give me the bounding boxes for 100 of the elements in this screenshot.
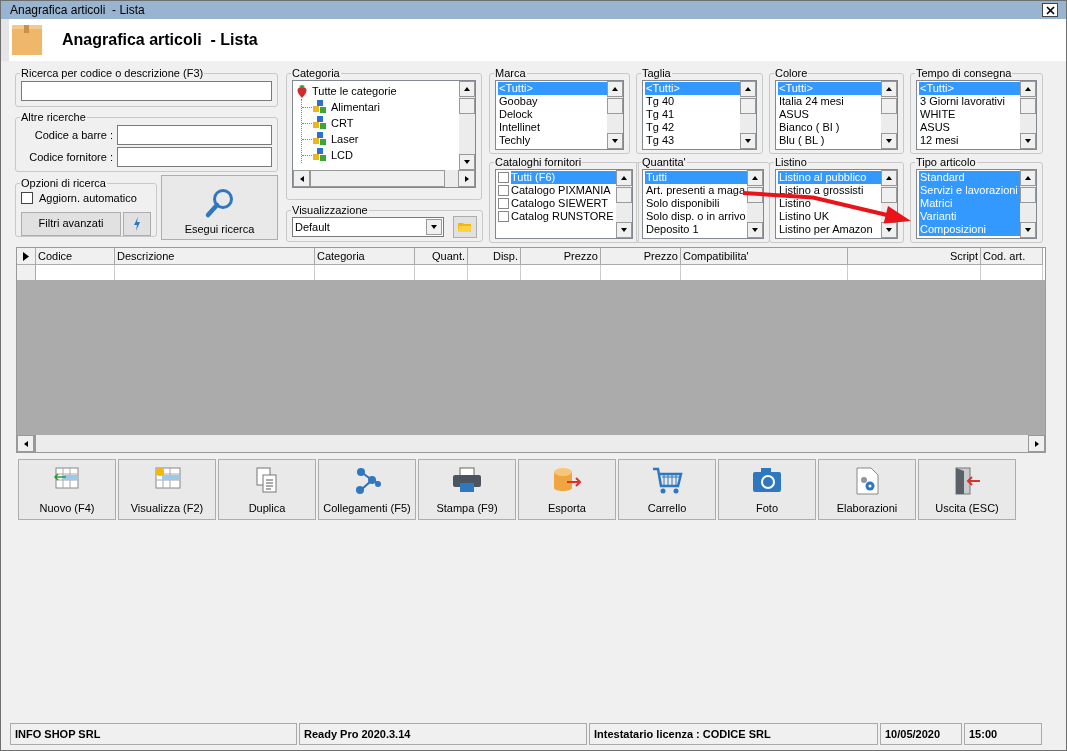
scroll-thumb[interactable] bbox=[310, 170, 445, 187]
scroll-thumb[interactable] bbox=[881, 187, 897, 203]
tree-item[interactable]: CRT bbox=[331, 114, 354, 132]
list-item[interactable]: Tg 42 bbox=[645, 121, 740, 134]
checkbox[interactable] bbox=[498, 198, 509, 209]
data-grid[interactable]: Codice Descrizione Categoria Quant. Disp. Prezzo Prezzo Compatibilita' Script Cod. art. bbox=[16, 247, 1046, 453]
column-header[interactable]: Prezzo bbox=[521, 248, 601, 265]
list-item[interactable]: Catalogo SIEWERT bbox=[511, 197, 616, 210]
input-field[interactable] bbox=[117, 147, 272, 167]
toolbar-button[interactable]: Collegamenti (F5) bbox=[318, 459, 416, 520]
toolbar-button[interactable]: Esporta bbox=[518, 459, 616, 520]
column-header[interactable]: Script bbox=[848, 248, 981, 265]
view-dropdown[interactable]: Default bbox=[292, 217, 444, 237]
list-item[interactable]: ASUS bbox=[919, 121, 1020, 134]
list-item[interactable]: Delock bbox=[498, 108, 607, 121]
toolbar-button[interactable]: Uscita (ESC) bbox=[918, 459, 1016, 520]
scrollbar[interactable] bbox=[1020, 81, 1036, 149]
scroll-down-icon bbox=[611, 137, 619, 145]
list-item[interactable]: Tg 40 bbox=[645, 95, 740, 108]
list-box[interactable]: <Tutti> Italia 24 mesi ASUS Bianco ( BI ) Blu ( BL ) bbox=[775, 80, 898, 150]
column-header[interactable]: Categoria bbox=[315, 248, 415, 265]
advanced-filters-button[interactable]: Filtri avanzati bbox=[21, 211, 121, 236]
toolbar-button[interactable]: Foto bbox=[718, 459, 816, 520]
toolbar-button[interactable]: Duplica bbox=[218, 459, 316, 520]
list-box[interactable]: Tutti Art. presenti a maga Solo disponibili Solo disp. o in arrivo Deposito 1 bbox=[642, 169, 764, 239]
input-field[interactable] bbox=[117, 125, 272, 145]
toolbar-button[interactable]: Stampa (F9) bbox=[418, 459, 516, 520]
list-item[interactable]: Intellinet bbox=[498, 121, 607, 134]
column-header[interactable]: Prezzo bbox=[601, 248, 681, 265]
list-item[interactable]: Solo disp. o in arrivo bbox=[645, 210, 747, 223]
scroll-thumb[interactable] bbox=[34, 435, 36, 452]
search-field[interactable] bbox=[21, 81, 272, 101]
list-item[interactable]: Catalog RUNSTORE bbox=[511, 210, 616, 223]
column-header[interactable]: Codice bbox=[36, 248, 115, 265]
cubes-icon bbox=[312, 116, 327, 130]
list-box[interactable]: Listino al pubblico Listino a grossisti Listino Listino UK Listino per Amazon bbox=[775, 169, 898, 239]
tree-item[interactable]: Tutte le categorie bbox=[312, 82, 397, 100]
scroll-thumb[interactable] bbox=[1020, 187, 1036, 203]
scroll-thumb[interactable] bbox=[1020, 98, 1036, 114]
list-item[interactable]: 12 mesi bbox=[919, 134, 1020, 147]
scrollbar[interactable] bbox=[615, 170, 632, 238]
list-item[interactable]: Listino bbox=[778, 197, 881, 210]
toolbar-button[interactable]: Carrello bbox=[618, 459, 716, 520]
list-item[interactable]: Listino a grossisti bbox=[778, 184, 881, 197]
lightning-button[interactable] bbox=[123, 211, 151, 236]
scrollbar[interactable] bbox=[1020, 170, 1036, 238]
list-item[interactable]: Art. presenti a maga bbox=[645, 184, 747, 197]
scrollbar[interactable] bbox=[746, 170, 763, 238]
tree-item[interactable]: LCD bbox=[331, 146, 353, 164]
scroll-thumb[interactable] bbox=[459, 98, 475, 114]
scroll-down-icon bbox=[1024, 137, 1032, 145]
scroll-thumb[interactable] bbox=[881, 98, 897, 114]
scrollbar[interactable] bbox=[881, 81, 897, 149]
list-box[interactable]: Tutti (F6) Catalogo PIXMANIA Catalogo SIEWERT Catalog RUNSTORE bbox=[495, 169, 633, 239]
list-box[interactable]: <Tutti> Tg 40 Tg 41 Tg 42 Tg 43 bbox=[642, 80, 757, 150]
tree-item[interactable]: Laser bbox=[331, 130, 359, 148]
list-item[interactable]: Bianco ( BI ) bbox=[778, 121, 881, 134]
scrollbar[interactable] bbox=[293, 170, 475, 187]
checkbox[interactable] bbox=[498, 211, 509, 222]
tree-view[interactable]: Tutte le categorie Alimentari CRT Laser LCD bbox=[292, 80, 476, 188]
scroll-thumb[interactable] bbox=[607, 98, 623, 114]
checkbox[interactable] bbox=[21, 192, 33, 205]
tree-item[interactable]: Alimentari bbox=[331, 98, 380, 116]
close-button[interactable] bbox=[1042, 3, 1058, 17]
column-header[interactable]: Descrizione bbox=[115, 248, 315, 265]
list-box[interactable]: <Tutti> 3 Giorni lavorativi WHITE ASUS 12 mesi bbox=[916, 80, 1037, 150]
toolbar-button[interactable]: Visualizza (F2) bbox=[118, 459, 216, 520]
list-item[interactable]: WHITE bbox=[919, 108, 1020, 121]
toolbar-button[interactable]: Elaborazioni bbox=[818, 459, 916, 520]
search-button[interactable]: Esegui ricerca bbox=[161, 175, 278, 240]
list-item[interactable]: Tg 43 bbox=[645, 134, 740, 147]
scroll-thumb[interactable] bbox=[615, 187, 632, 203]
list-item[interactable]: Catalogo PIXMANIA bbox=[511, 184, 616, 197]
column-header[interactable]: Compatibilita' bbox=[681, 248, 848, 265]
scrollbar[interactable] bbox=[459, 81, 475, 170]
list-item[interactable]: Listino per Amazon bbox=[778, 223, 881, 236]
column-header[interactable]: Disp. bbox=[468, 248, 521, 265]
list-item[interactable]: Listino UK bbox=[778, 210, 881, 223]
list-item[interactable]: Deposito 1 bbox=[645, 223, 747, 236]
list-item[interactable]: Tg 41 bbox=[645, 108, 740, 121]
list-item[interactable]: Blu ( BL ) bbox=[778, 134, 881, 147]
list-item[interactable]: ASUS bbox=[778, 108, 881, 121]
checkbox[interactable] bbox=[498, 172, 509, 183]
scrollbar[interactable] bbox=[17, 435, 1045, 452]
list-box[interactable]: <Tutti> Goobay Delock Intellinet Techly bbox=[495, 80, 624, 150]
list-item[interactable]: Techly bbox=[498, 134, 607, 147]
toolbar-button[interactable]: Nuovo (F4) bbox=[18, 459, 116, 520]
list-item[interactable]: Italia 24 mesi bbox=[778, 95, 881, 108]
column-header[interactable]: Cod. art. bbox=[981, 248, 1043, 265]
list-item[interactable]: 3 Giorni lavorativi bbox=[919, 95, 1020, 108]
scrollbar[interactable] bbox=[607, 81, 623, 149]
camera-icon bbox=[751, 466, 783, 494]
column-header[interactable]: Quant. bbox=[415, 248, 468, 265]
table-row[interactable] bbox=[17, 265, 1045, 281]
checkbox[interactable] bbox=[498, 185, 509, 196]
list-item[interactable]: Goobay bbox=[498, 95, 607, 108]
list-item[interactable]: Solo disponibili bbox=[645, 197, 747, 210]
scroll-thumb[interactable] bbox=[740, 98, 756, 114]
scrollbar[interactable] bbox=[740, 81, 756, 149]
group-title: Quantita' bbox=[641, 156, 687, 168]
